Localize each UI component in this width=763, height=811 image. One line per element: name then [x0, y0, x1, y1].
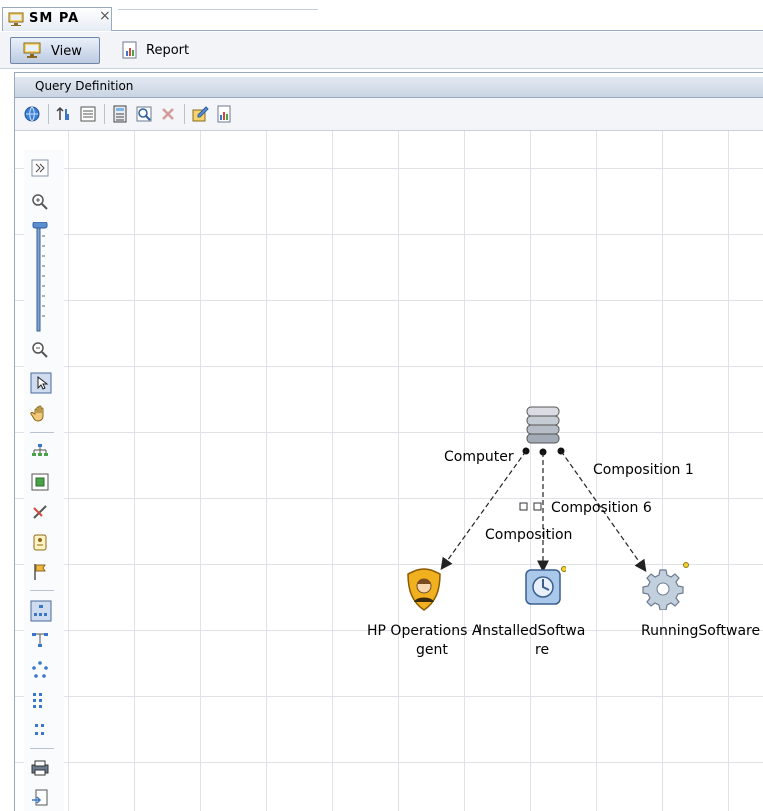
tab-strip: SM PA ×: [0, 0, 763, 32]
column-layout-icon[interactable]: [30, 720, 52, 742]
side-separator: [30, 748, 54, 749]
hp-operations-agent-label-line1: HP Operations A: [367, 623, 482, 639]
running-software-label: RunningSoftware: [641, 623, 761, 639]
server-stack-icon: [526, 406, 560, 448]
view-button[interactable]: View: [10, 37, 100, 64]
expand-panel-icon[interactable]: [30, 158, 52, 180]
zoom-in-icon[interactable]: [30, 192, 52, 214]
report-button[interactable]: Report: [118, 37, 198, 64]
edit-properties-icon[interactable]: [191, 105, 209, 123]
tag-icon[interactable]: [30, 532, 52, 554]
installed-software-node[interactable]: [524, 566, 567, 611]
agent-shield-icon: [404, 568, 444, 615]
edge-label-computer: Computer: [444, 449, 514, 465]
view-label: View: [51, 44, 82, 59]
toolbar-separator: [104, 104, 105, 124]
side-separator: [30, 432, 54, 433]
installed-software-label-line1: InstalledSoftwa: [478, 623, 586, 639]
globe-icon[interactable]: [23, 105, 41, 123]
fit-to-window-icon[interactable]: [30, 472, 52, 494]
search-icon[interactable]: [135, 105, 153, 123]
report-label: Report: [146, 43, 190, 58]
mode-toolbar: View Report: [0, 32, 763, 69]
computer-node[interactable]: [526, 405, 560, 445]
orthogonal-layout-icon[interactable]: [30, 630, 52, 652]
monitor-icon: [8, 11, 24, 30]
zoom-out-icon[interactable]: [30, 340, 52, 362]
grid-layout-icon[interactable]: [30, 690, 52, 712]
select-pointer-icon[interactable]: [30, 372, 52, 394]
export-icon[interactable]: [30, 788, 52, 810]
edge-label-composition: Composition: [485, 527, 573, 543]
gear-icon: [640, 562, 690, 613]
installed-software-icon: [524, 566, 567, 611]
panel-title: Query Definition: [35, 79, 134, 93]
print-icon[interactable]: [30, 758, 52, 780]
hp-operations-agent-label-line2: gent: [416, 642, 448, 658]
tab-strip-line: [118, 9, 318, 10]
side-toolbar: [24, 150, 64, 811]
zoom-slider[interactable]: [32, 221, 48, 332]
edge-label-composition-1: Composition 1: [593, 462, 694, 478]
running-software-node[interactable]: [640, 562, 690, 613]
installed-software-label-line2: re: [535, 642, 550, 658]
tab-title: SM PA: [29, 11, 80, 26]
query-toolbar: [15, 98, 763, 131]
tree-layout-icon[interactable]: [30, 600, 52, 622]
report-icon: [122, 41, 138, 62]
panel-header: Query Definition: [15, 77, 763, 98]
tab-sm-pa[interactable]: SM PA ×: [2, 7, 112, 31]
hp-operations-agent-node[interactable]: [404, 568, 444, 612]
tab-underline: [112, 30, 763, 31]
hand-pan-icon[interactable]: [30, 404, 52, 426]
side-separator: [30, 590, 54, 591]
close-icon[interactable]: ×: [99, 8, 111, 24]
circular-layout-icon[interactable]: [30, 660, 52, 682]
report-icon[interactable]: [215, 105, 233, 123]
sort-icon[interactable]: [55, 105, 73, 123]
remove-link-icon[interactable]: [30, 502, 52, 524]
hierarchy-layout-icon[interactable]: [30, 442, 52, 464]
calculator-icon[interactable]: [111, 105, 129, 123]
properties-icon[interactable]: [79, 105, 97, 123]
flag-icon[interactable]: [30, 562, 52, 584]
edge-label-composition-6: Composition 6: [551, 500, 652, 516]
delete-icon[interactable]: [159, 105, 177, 123]
toolbar-separator: [184, 104, 185, 124]
view-icon: [23, 42, 41, 62]
toolbar-separator: [48, 104, 49, 124]
